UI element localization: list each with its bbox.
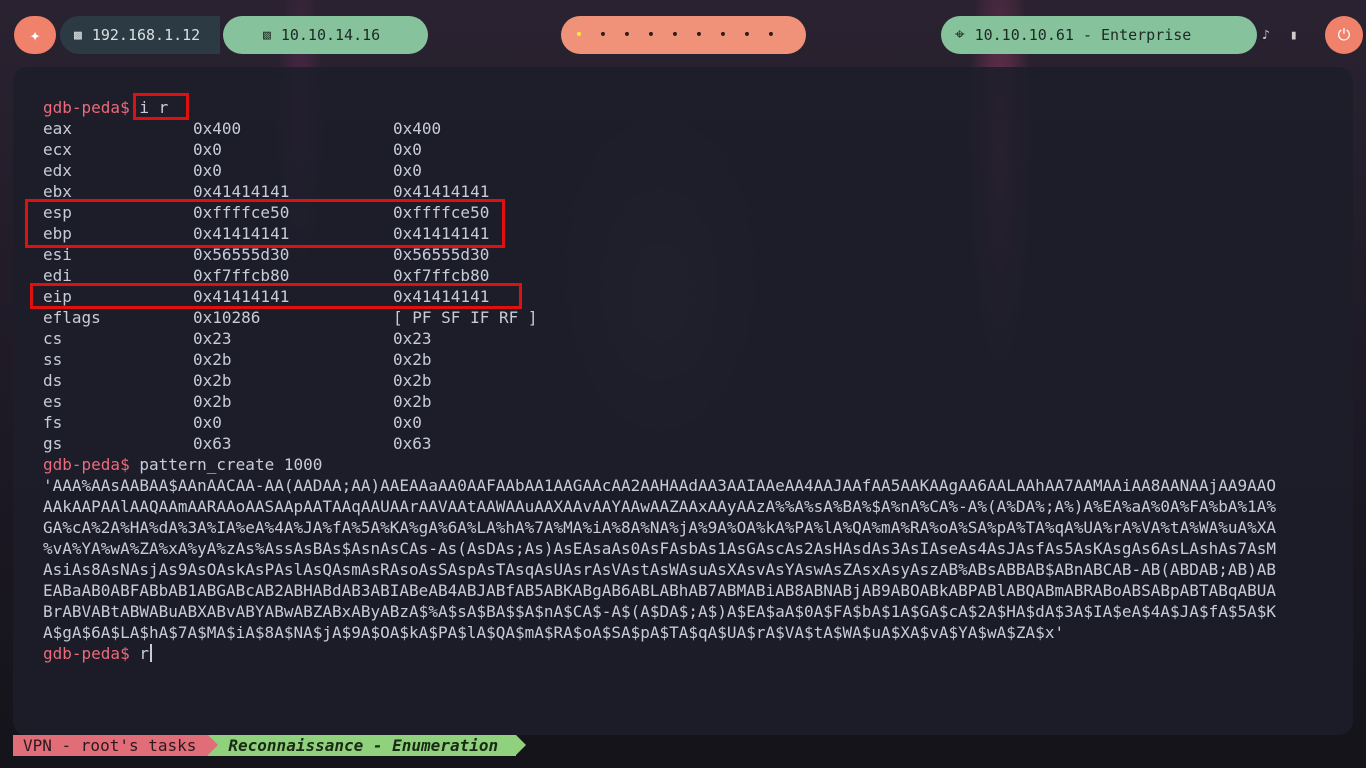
pattern-output-line: BrABVABtABWABuABXABvABYABwABZABxAByABzA$… [43, 602, 1276, 621]
power-button[interactable]: ⏻ [1325, 16, 1363, 54]
register-name: cs [43, 329, 63, 348]
power-icon: ⏻ [1337, 25, 1351, 44]
prompt-line-2: gdb-peda$ pattern_create 1000 [43, 454, 1276, 475]
prompt: gdb-peda$ [43, 98, 130, 117]
register-hex: 0x63 [193, 434, 232, 453]
pattern-output-line: AsiAs8AsNAsjAs9AsOAskAsPAslAsQAsmAsRAsoA… [43, 560, 1276, 579]
register-name: fs [43, 413, 63, 432]
register-hex: 0x400 [193, 119, 242, 138]
register-value: 0x63 [393, 434, 432, 453]
register-row: edx 0x0 0x0 [43, 160, 1276, 181]
volume-icon[interactable]: ♪ [1262, 28, 1270, 43]
status-bar: VPN - root's tasks Reconnaissance - Enum… [13, 735, 526, 756]
terminal-output: gdb-peda$ i r eax 0x400 0x400 ecx 0x0 0x0 ed… [43, 97, 1276, 664]
register-row: eflags 0x10286 [ PF SF IF RF ] [43, 307, 1276, 328]
vpn-ip-text: 10.10.14.16 [280, 26, 381, 44]
register-name: eax [43, 119, 72, 138]
register-row: ss 0x2b 0x2b [43, 349, 1276, 370]
local-ip-widget: ▩ 192.168.1.12 [60, 16, 220, 54]
register-value: 0x2b [393, 350, 432, 369]
pattern-output-line: EABaAB0ABFABbAB1ABGABcAB2ABHABdAB3ABIABe… [43, 581, 1276, 600]
crosshair-icon: ⌖ [955, 25, 965, 45]
workspace-2[interactable]: • [591, 27, 615, 43]
pattern-output-line: A$gA$6A$LA$hA$7A$MA$iA$8A$NA$jA$9A$OA$kA… [43, 623, 1065, 642]
pattern-output-line: AAkAAPAAlAAQAAmAARAAoAASAApAATAAqAAUAArA… [43, 497, 1276, 516]
status-vpn-segment: VPN - root's tasks [13, 735, 219, 756]
pattern-output-line: %vA%YA%wA%ZA%xA%yA%zAs%AssAsBAs$AsnAsCAs… [43, 539, 1276, 558]
register-hex: 0x2b [193, 371, 232, 390]
target-text: 10.10.10.61 - Enterprise [974, 26, 1192, 44]
register-name: eflags [43, 308, 101, 327]
workspace-4[interactable]: • [639, 27, 663, 43]
register-hex: 0x0 [193, 140, 222, 159]
register-hex: 0x23 [193, 329, 232, 348]
workspace-switcher: • • • • • • • • • [561, 16, 806, 54]
register-row: eax 0x400 0x400 [43, 118, 1276, 139]
register-row: es 0x2b 0x2b [43, 391, 1276, 412]
tray-icons: ♪ ▮ [1262, 16, 1322, 54]
register-hex: 0x0 [193, 161, 222, 180]
terminal-window[interactable]: gdb-peda$ i r eax 0x400 0x400 ecx 0x0 0x0 ed… [13, 67, 1353, 735]
vpn-ip-widget: ▧ 10.10.14.16 [223, 16, 428, 54]
prompt: gdb-peda$ [43, 644, 130, 663]
prompt-line-3[interactable]: gdb-peda$ r [43, 643, 1276, 664]
workspace-1[interactable]: • [567, 27, 591, 43]
workspace-6[interactable]: • [687, 27, 711, 43]
register-row: gs 0x63 0x63 [43, 433, 1276, 454]
pattern-output-line: GA%cA%2A%HA%dA%3A%IA%eA%4A%JA%fA%5A%KA%g… [43, 518, 1276, 537]
command-text: pattern_create 1000 [139, 455, 323, 474]
highlight-box-command [133, 93, 189, 120]
prompt-line-1: gdb-peda$ i r [43, 97, 1276, 118]
laptop-icon: ▧ [263, 27, 271, 43]
register-hex: 0x2b [193, 392, 232, 411]
register-name: ss [43, 350, 63, 369]
register-value: 0x400 [393, 119, 442, 138]
menu-logo-button[interactable]: ✦ [14, 16, 56, 54]
top-panel: ✦ ▩ 192.168.1.12 ▧ 10.10.14.16 • • • • •… [0, 0, 1366, 67]
pattern-output-line: 'AAA%AAsAABAA$AAnAACAA-AA(AADAA;AA)AAEAA… [43, 476, 1276, 495]
register-name: es [43, 392, 63, 411]
register-value: 0x2b [393, 371, 432, 390]
register-value: 0x0 [393, 161, 422, 180]
command-input[interactable]: r [139, 644, 149, 663]
ethernet-icon: ▩ [74, 27, 82, 43]
register-value: 0x23 [393, 329, 432, 348]
register-hex: 0x0 [193, 413, 222, 432]
bird-logo-icon: ✦ [29, 24, 41, 46]
register-row: cs 0x23 0x23 [43, 328, 1276, 349]
register-value: 0x2b [393, 392, 432, 411]
register-row: ds 0x2b 0x2b [43, 370, 1276, 391]
workspace-9[interactable]: • [759, 27, 783, 43]
register-name: edx [43, 161, 72, 180]
register-value: 0x0 [393, 413, 422, 432]
workspace-5[interactable]: • [663, 27, 687, 43]
register-name: ds [43, 371, 63, 390]
workspace-7[interactable]: • [711, 27, 735, 43]
status-mode-segment: Reconnaissance - Enumeration [208, 735, 526, 756]
register-name: gs [43, 434, 63, 453]
register-hex: 0x10286 [193, 308, 261, 327]
highlight-box-esp-ebp [25, 199, 505, 248]
register-value: 0x0 [393, 140, 422, 159]
highlight-box-eip [30, 283, 522, 309]
local-ip-text: 192.168.1.12 [91, 26, 201, 44]
target-widget: ⌖ 10.10.10.61 - Enterprise [941, 16, 1257, 54]
register-row: fs 0x0 0x0 [43, 412, 1276, 433]
text-cursor [149, 644, 152, 662]
register-hex: 0x2b [193, 350, 232, 369]
prompt: gdb-peda$ [43, 455, 130, 474]
workspace-8[interactable]: • [735, 27, 759, 43]
register-name: ecx [43, 140, 72, 159]
register-row: ecx 0x0 0x0 [43, 139, 1276, 160]
battery-icon[interactable]: ▮ [1290, 28, 1298, 43]
workspace-3[interactable]: • [615, 27, 639, 43]
register-value: [ PF SF IF RF ] [393, 308, 538, 327]
